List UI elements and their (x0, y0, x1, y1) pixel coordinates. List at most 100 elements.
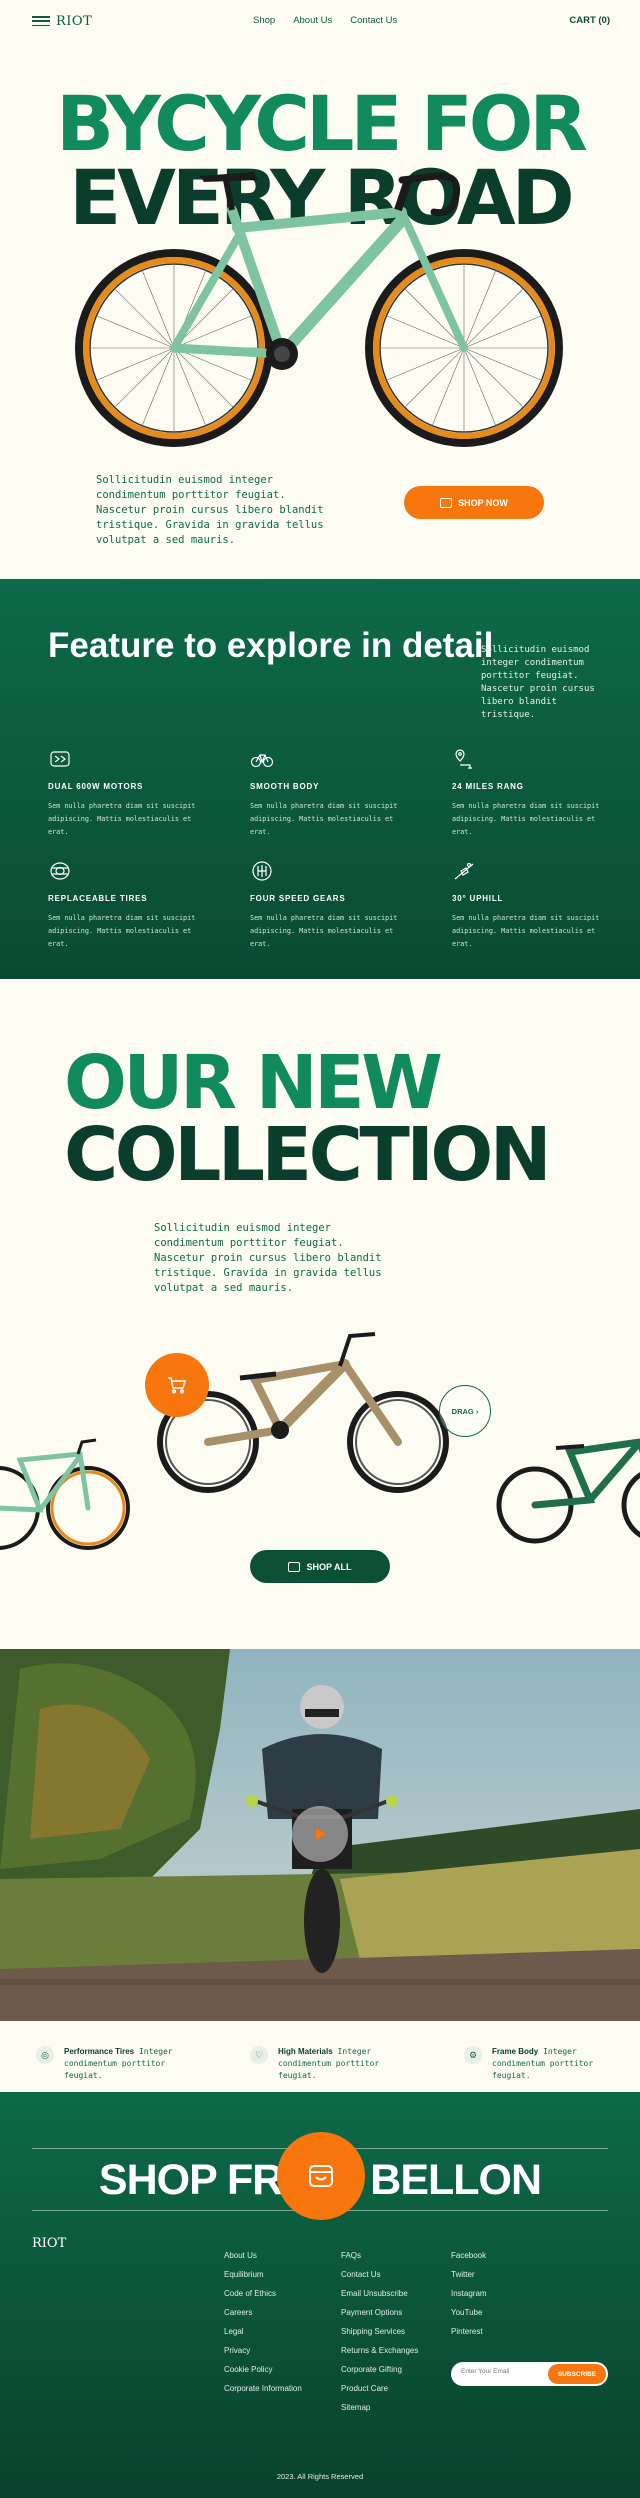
footer-social-link[interactable]: YouTube (451, 2307, 487, 2318)
footer-link[interactable]: Shipping Services (341, 2326, 418, 2337)
shop-now-button[interactable]: SHOP NOW (404, 486, 544, 519)
collection-carousel[interactable] (0, 1330, 640, 1560)
logo[interactable]: RIOT (56, 14, 92, 29)
feature-name: REPLACEABLE TIRES (48, 894, 148, 903)
tire-icon: ◎ (36, 2046, 54, 2064)
drag-label: DRAG (451, 1406, 474, 1416)
footer-link[interactable]: Returns & Exchanges (341, 2345, 418, 2356)
carousel-bike-center[interactable] (157, 1332, 449, 1493)
spec-item: ♡ High Materials Integer condimentum por… (250, 2046, 418, 2082)
feature-name: 24 MILES RANG (452, 782, 524, 791)
spec-title: Frame Body (492, 2047, 539, 2056)
feature-name: 30° UPHILL (452, 894, 504, 903)
footer-link[interactable]: Careers (224, 2307, 302, 2318)
nav-link-shop[interactable]: Shop (253, 15, 275, 26)
nav-link-about[interactable]: About Us (293, 15, 332, 26)
footer: SHOP FR BELLON RIOT About Us Equilibrium … (0, 2092, 640, 2498)
shop-badge-button[interactable] (277, 2132, 365, 2220)
footer-link[interactable]: Email Unsubscribe (341, 2288, 418, 2299)
footer-link[interactable]: FAQs (341, 2250, 418, 2261)
bicycle-icon: ⚙ (464, 2046, 482, 2064)
spec-title: Performance Tires (64, 2047, 135, 2056)
feature-description: Sem nulla pharetra diam sit suscipit adi… (452, 914, 600, 948)
footer-social-link[interactable]: Facebook (451, 2250, 487, 2261)
collection-title-line1: OUR NEW (64, 1040, 443, 1126)
add-to-cart-button[interactable] (145, 1353, 209, 1417)
features-section: Feature to explore in detail Sollicitudi… (0, 579, 640, 979)
play-icon (316, 1828, 326, 1840)
cart-link[interactable]: CART (0) (569, 15, 610, 26)
footer-link[interactable]: Privacy (224, 2345, 302, 2356)
top-nav: RIOT Shop About Us Contact Us CART (0) (0, 0, 640, 42)
feature-description: Sem nulla pharetra diam sit suscipit adi… (48, 802, 196, 836)
nav-link-contact[interactable]: Contact Us (350, 15, 397, 26)
spec-item: ◎ Performance Tires Integer condimentum … (36, 2046, 204, 2082)
footer-column-support: FAQs Contact Us Email Unsubscribe Paymen… (341, 2250, 418, 2413)
carousel-bike-left[interactable] (0, 1438, 130, 1550)
footer-social-link[interactable]: Instagram (451, 2288, 487, 2299)
hamburger-menu-icon[interactable] (32, 16, 50, 26)
nav-links: Shop About Us Contact Us (253, 15, 397, 26)
footer-link[interactable]: Legal (224, 2326, 302, 2337)
play-video-button[interactable] (292, 1806, 348, 1862)
hero-description: Sollicitudin euismod integer condimentum… (96, 474, 324, 546)
email-input[interactable] (461, 2368, 541, 2375)
shop-now-label: SHOP NOW (458, 497, 508, 508)
shop-all-button[interactable]: SHOP ALL (250, 1550, 390, 1583)
feature-description: Sem nulla pharetra diam sit suscipit adi… (250, 914, 398, 948)
spec-title: High Materials (278, 2047, 333, 2056)
bicycle-icon (250, 754, 274, 768)
gear-icon (252, 861, 272, 881)
feature-description: Sem nulla pharetra diam sit suscipit adi… (250, 802, 398, 836)
copyright: 2023. All Rights Reserved (276, 2472, 364, 2481)
feature-item: 30° UPHILL Sem nulla pharetra diam sit s… (452, 859, 612, 951)
bag-icon (309, 2165, 333, 2187)
features-side-text: Sollicitudin euismod integer condimentum… (481, 645, 595, 720)
feature-description: Sem nulla pharetra diam sit suscipit adi… (452, 802, 600, 836)
shop-all-label: SHOP ALL (306, 1561, 352, 1572)
arrow-right-icon: › (475, 1406, 479, 1416)
feature-description: Sem nulla pharetra diam sit suscipit adi… (48, 914, 196, 948)
feature-name: SMOOTH BODY (250, 782, 320, 791)
footer-logo[interactable]: RIOT (32, 2236, 66, 2251)
shop-banner-right: BELLON (370, 2156, 542, 2204)
spec-item: ⚙ Frame Body Integer condimentum porttit… (464, 2046, 632, 2082)
footer-link[interactable]: Corporate Information (224, 2383, 302, 2394)
drag-indicator[interactable]: DRAG › (439, 1385, 491, 1437)
footer-link[interactable]: Contact Us (341, 2269, 418, 2280)
footer-column-social: Facebook Twitter Instagram YouTube Pinte… (451, 2250, 487, 2337)
footer-link[interactable]: Equilibrium (224, 2269, 302, 2280)
footer-column-company: About Us Equilibrium Code of Ethics Care… (224, 2250, 302, 2394)
collection-description: Sollicitudin euismod integer condimentum… (154, 1222, 382, 1294)
footer-link[interactable]: Code of Ethics (224, 2288, 302, 2299)
specs-bar: ◎ Performance Tires Integer condimentum … (0, 2022, 640, 2092)
route-pin-icon (455, 749, 472, 769)
footer-social-link[interactable]: Twitter (451, 2269, 487, 2280)
spokes (90, 264, 548, 432)
feature-item: FOUR SPEED GEARS Sem nulla pharetra diam… (250, 859, 410, 951)
footer-link[interactable]: Payment Options (341, 2307, 418, 2318)
carousel-bike-right[interactable] (496, 1438, 640, 1544)
feature-item: 24 MILES RANG Sem nulla pharetra diam si… (452, 747, 612, 839)
subscribe-button[interactable]: SUBSCRIBE (548, 2364, 606, 2384)
feature-name: FOUR SPEED GEARS (250, 894, 346, 903)
feature-name: DUAL 600W MOTORS (48, 782, 144, 791)
page: RIOT Shop About Us Contact Us CART (0) B… (0, 0, 640, 2498)
footer-link[interactable]: Product Care (341, 2383, 418, 2394)
bag-icon (440, 497, 453, 508)
bag-icon (288, 1561, 301, 1572)
tire-icon (50, 862, 70, 880)
cart-icon (168, 1377, 186, 1394)
shop-banner-left: SHOP FR (98, 2156, 283, 2204)
footer-link[interactable]: Cookie Policy (224, 2364, 302, 2375)
newsletter-form: SUBSCRIBE (451, 2362, 608, 2386)
footer-social-link[interactable]: Pinterest (451, 2326, 487, 2337)
footer-link[interactable]: Sitemap (341, 2402, 418, 2413)
feature-item: SMOOTH BODY Sem nulla pharetra diam sit … (250, 747, 410, 839)
feature-item: REPLACEABLE TIRES Sem nulla pharetra dia… (48, 859, 208, 951)
motor-icon (50, 751, 70, 767)
features-title: Feature to explore in detail (48, 626, 494, 665)
feature-item: DUAL 600W MOTORS Sem nulla pharetra diam… (48, 747, 208, 839)
footer-link[interactable]: Corporate Gifting (341, 2364, 418, 2375)
footer-link[interactable]: About Us (224, 2250, 302, 2261)
